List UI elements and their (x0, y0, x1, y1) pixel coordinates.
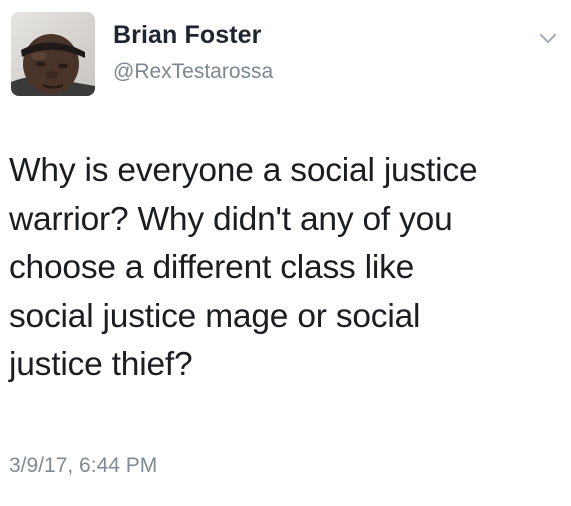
tweet-card: Brian Foster @RexTestarossa Why is every… (0, 0, 571, 506)
tweet-text-line: justice thief? (9, 346, 193, 383)
timestamp[interactable]: 3/9/17, 6:44 PM (9, 454, 157, 478)
tweet-text-line: warrior? Why didn't any of you (9, 200, 453, 238)
display-name[interactable]: Brian Foster (113, 21, 261, 50)
chevron-down-icon[interactable] (536, 28, 560, 48)
tweet-text-line: choose a different class like (9, 249, 415, 286)
tweet-text-line: Why is everyone a social justice (9, 152, 478, 189)
tweet-text-line: social justice mage or social (9, 297, 421, 335)
user-handle[interactable]: @RexTestarossa (113, 60, 273, 84)
avatar[interactable] (11, 12, 95, 96)
user-avatar-icon (11, 12, 95, 96)
tweet-text: Why is everyone a social justice warrior… (9, 147, 565, 390)
